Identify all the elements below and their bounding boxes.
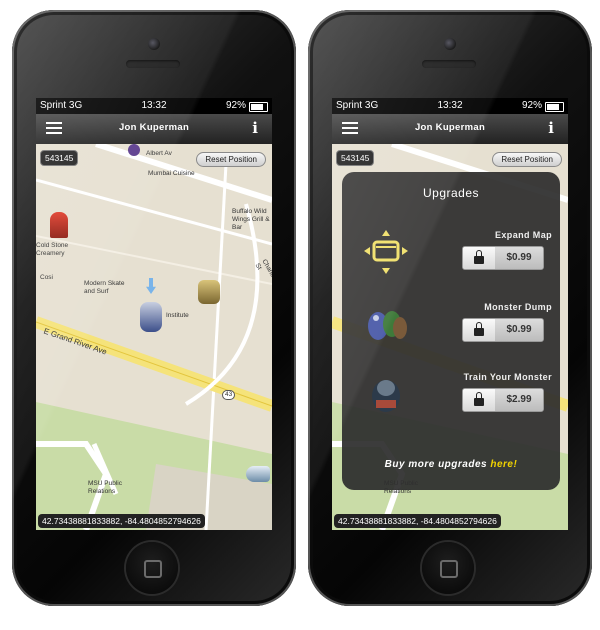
map-label-modern-skate: Modern Skate and Surf xyxy=(84,280,125,295)
battery-icon xyxy=(545,102,564,112)
monster-dump-icon xyxy=(368,311,407,340)
coordinates-readout: 42.73438881833882, -84.4804852794626 xyxy=(334,514,501,528)
upgrade-expand-map: Expand Map $0.99 xyxy=(342,228,560,288)
status-bar: Sprint 3G 13:32 92% xyxy=(36,98,272,114)
reset-position-button[interactable]: Reset Position xyxy=(196,152,266,167)
map-label-cold-stone: Cold Stone Creamery xyxy=(36,242,69,257)
battery-percent: 92% xyxy=(521,100,542,111)
coordinates-readout: 42.73438881833882, -84.4804852794626 xyxy=(38,514,205,528)
map-label-msu: MSU Public Relations xyxy=(88,480,122,495)
route-shield: 43 xyxy=(222,390,236,400)
buy-expand-map-button[interactable]: $0.99 xyxy=(462,246,544,270)
earpiece-speaker xyxy=(126,60,180,68)
upgrade-name: Monster Dump xyxy=(484,302,552,312)
buy-more-text: Buy more upgrades xyxy=(384,459,488,470)
lock-icon xyxy=(474,322,484,336)
screen-right: Sprint 3G 13:32 92% Jon Kuperman i 54314… xyxy=(332,98,568,530)
upgrades-panel: Upgrades Expand Map $0.99 Monster Dump $… xyxy=(342,172,560,490)
upgrade-price: $0.99 xyxy=(495,247,543,269)
buy-train-monster-button[interactable]: $2.99 xyxy=(462,388,544,412)
map-view[interactable]: 543145 Reset Position Albert Av Mumbai C… xyxy=(36,144,272,530)
score-counter: 543145 xyxy=(40,150,79,166)
status-bar: Sprint 3G 13:32 92% xyxy=(332,98,568,114)
upgrades-title: Upgrades xyxy=(422,186,480,200)
player-avatar[interactable] xyxy=(140,302,162,332)
nav-bar: Jon Kuperman i xyxy=(332,114,568,144)
map-label-buffalo: Buffalo Wild Wings Grill & Bar xyxy=(232,208,270,231)
screen-left: Sprint 3G 13:32 92% Jon Kuperman i 54314… xyxy=(36,98,272,530)
earpiece-speaker xyxy=(422,60,476,68)
home-button[interactable] xyxy=(422,542,474,594)
battery-icon xyxy=(249,102,268,112)
map-label-cosi: Cosi xyxy=(40,274,54,281)
lock-icon xyxy=(474,250,484,264)
nav-bar: Jon Kuperman i xyxy=(36,114,272,144)
home-button[interactable] xyxy=(126,542,178,594)
monster-red-mage[interactable] xyxy=(50,212,68,238)
map-label-institute: Institute xyxy=(166,312,189,319)
expand-map-icon xyxy=(364,230,408,274)
map-label-albert: Albert Av xyxy=(146,150,172,157)
phone-frame-right: Sprint 3G 13:32 92% Jon Kuperman i 54314… xyxy=(308,10,592,606)
buy-monster-dump-button[interactable]: $0.99 xyxy=(462,318,544,342)
reset-position-button: Reset Position xyxy=(492,152,562,167)
upgrade-name: Train Your Monster xyxy=(463,372,552,382)
upgrade-train-monster: Train Your Monster $2.99 xyxy=(342,370,560,430)
buy-more-link[interactable]: here! xyxy=(490,459,517,470)
upgrade-price: $2.99 xyxy=(495,389,543,411)
info-icon[interactable]: i xyxy=(252,119,258,137)
monster-golem[interactable] xyxy=(198,280,220,304)
upgrade-price: $0.99 xyxy=(495,319,543,341)
phone-frame-left: Sprint 3G 13:32 92% Jon Kuperman i 54314… xyxy=(12,10,296,606)
buy-more-footer: Buy more upgrades here! xyxy=(342,459,560,470)
monster-purple[interactable] xyxy=(128,144,140,156)
camera xyxy=(148,38,160,50)
battery-percent: 92% xyxy=(225,100,246,111)
nav-title: Jon Kuperman xyxy=(118,122,190,133)
upgrade-name: Expand Map xyxy=(494,230,552,240)
map-label-mumbai: Mumbai Cuisine xyxy=(148,170,195,177)
camera xyxy=(444,38,456,50)
lock-icon xyxy=(474,392,484,406)
info-icon[interactable]: i xyxy=(548,119,554,137)
score-counter: 543145 xyxy=(336,150,375,166)
nav-title: Jon Kuperman xyxy=(414,122,486,133)
train-monster-icon xyxy=(372,380,400,412)
upgrade-monster-dump: Monster Dump $0.99 xyxy=(342,300,560,360)
monster-wolf[interactable] xyxy=(246,466,270,482)
